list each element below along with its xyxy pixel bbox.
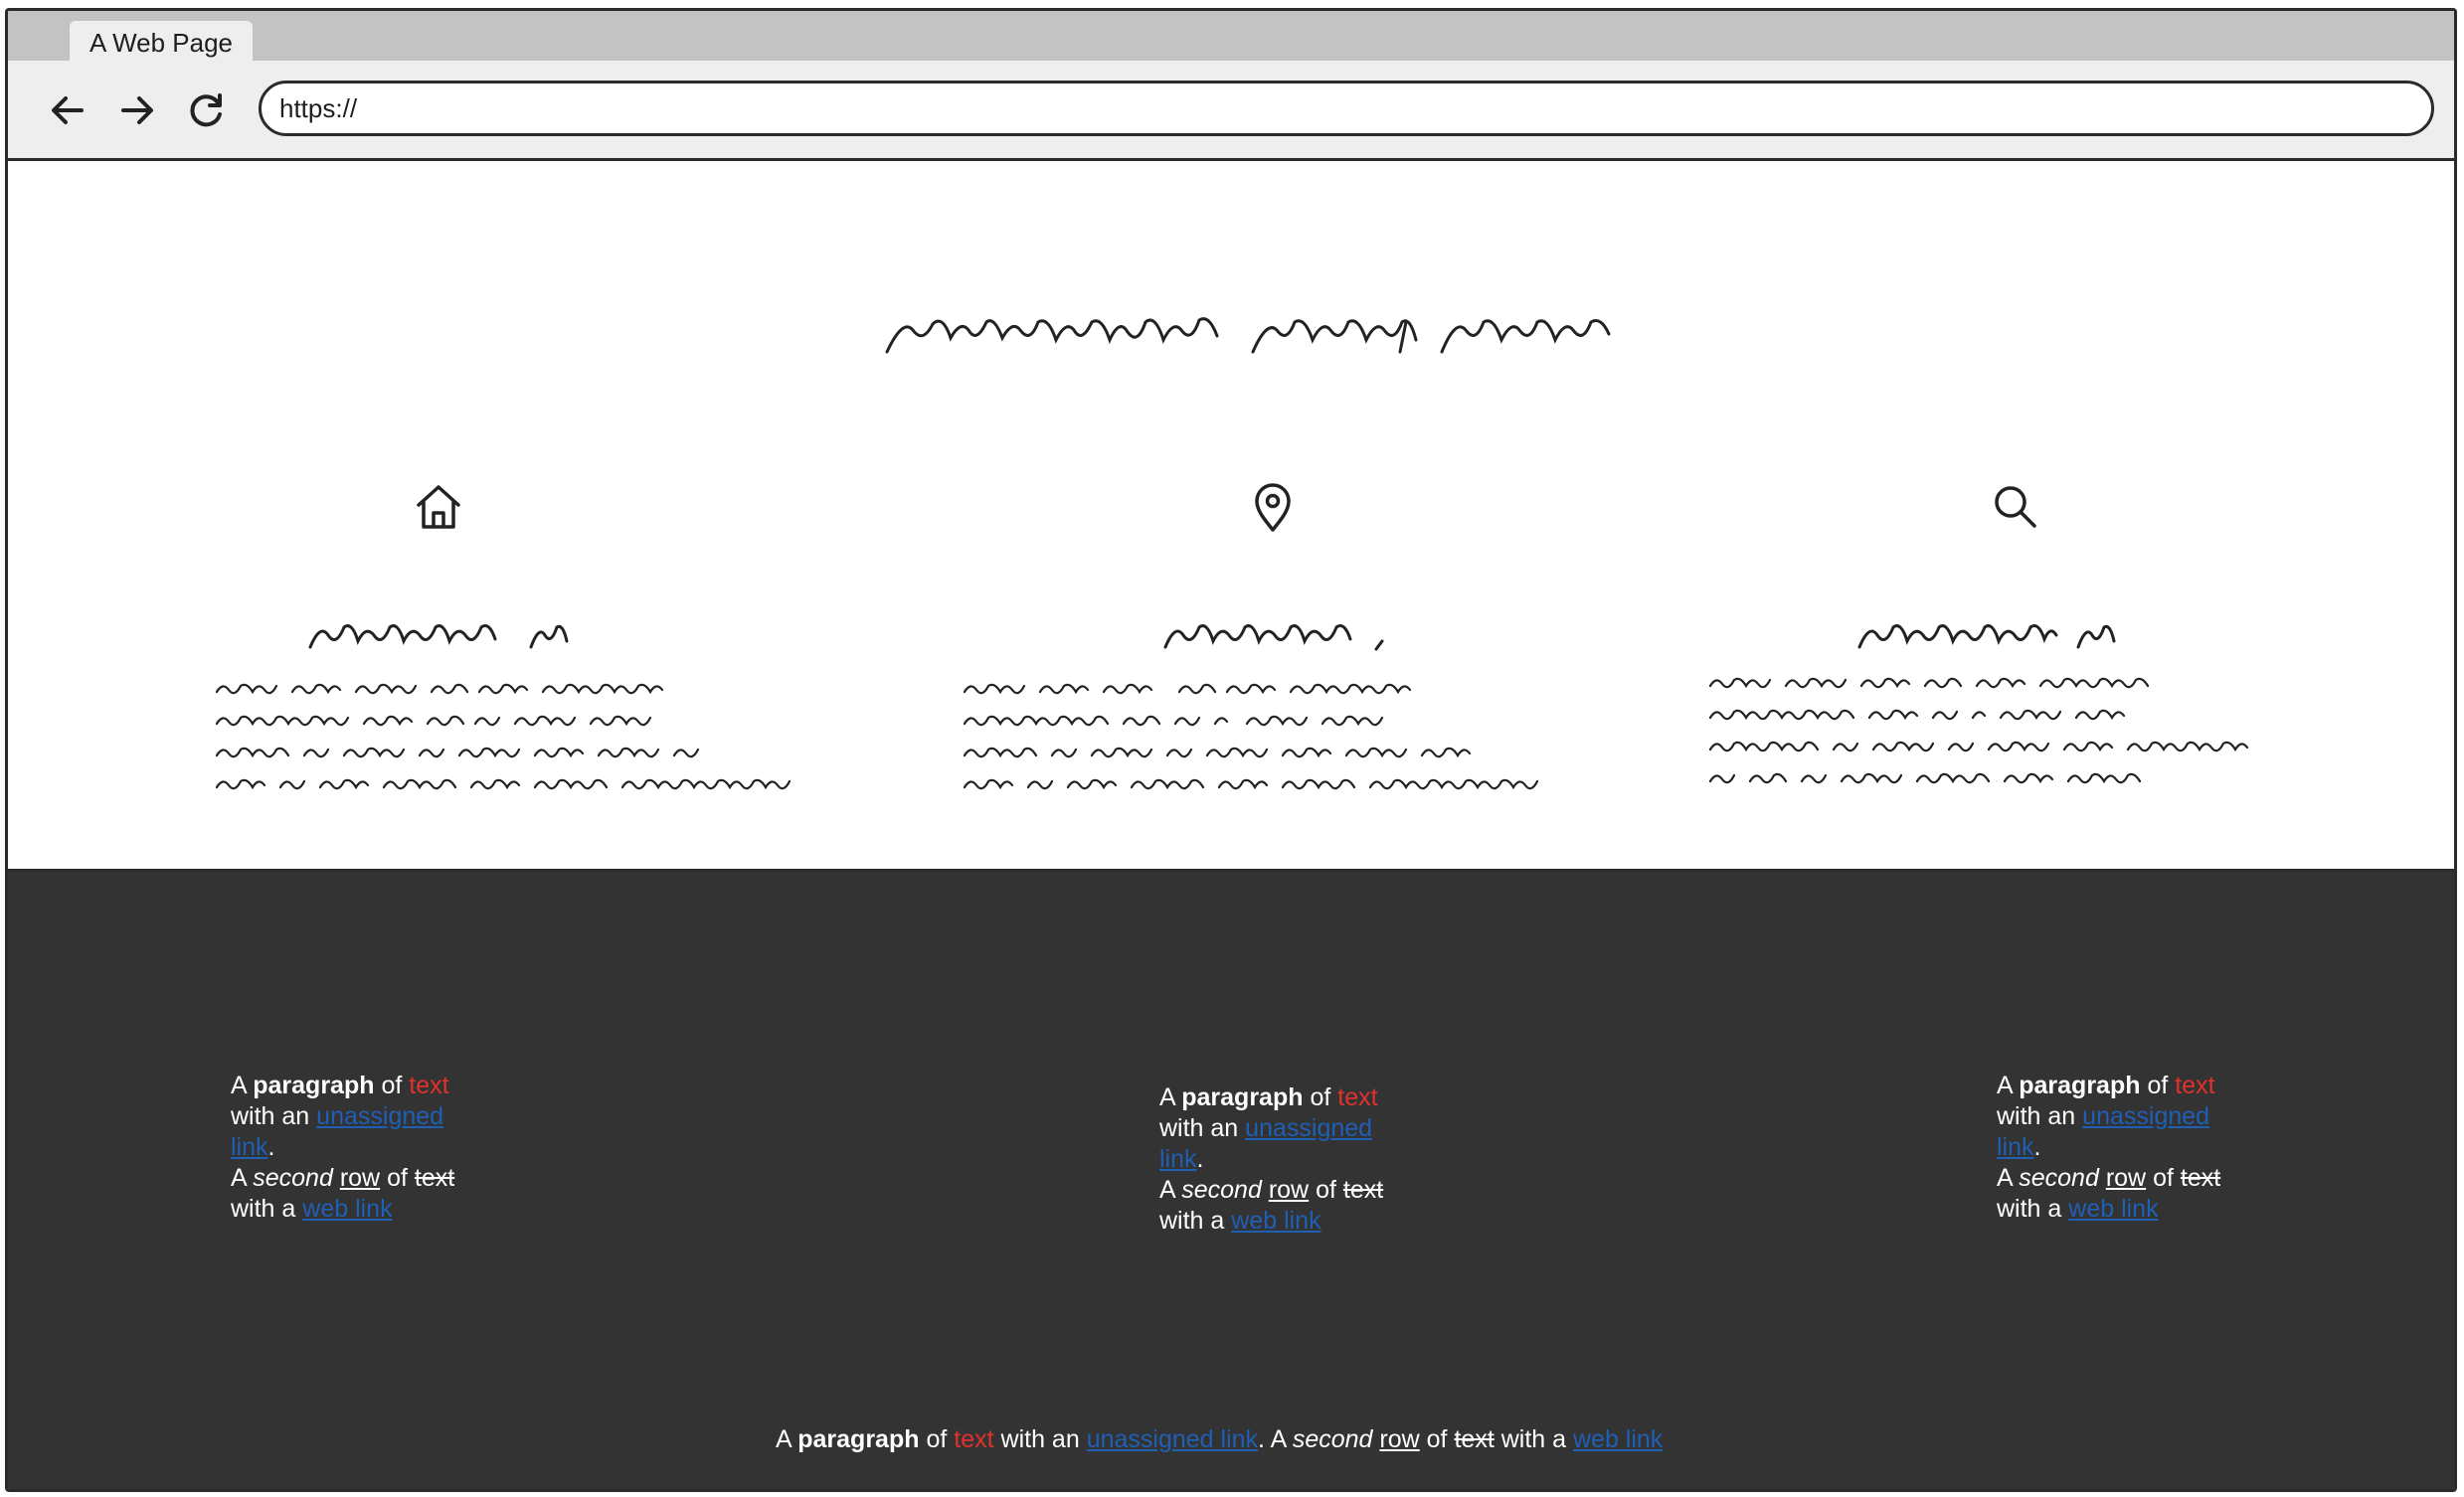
browser-window: A Web Page https:// A paragraph of text … <box>5 8 2457 1492</box>
feature-title-scribble <box>308 624 569 649</box>
italic-text: second <box>1181 1176 1262 1204</box>
footer-paragraph-right: A paragraph of text with an unassigned l… <box>1997 1071 2235 1225</box>
text-fragment: with an <box>1000 1425 1080 1453</box>
search-icon <box>1995 486 2036 528</box>
text-fragment: with an <box>1997 1102 2076 1130</box>
text-fragment: of <box>387 1164 408 1192</box>
text-fragment: A <box>231 1164 247 1192</box>
italic-text: second <box>1292 1425 1373 1453</box>
text-fragment: A <box>1159 1083 1175 1111</box>
bold-text: paragraph <box>1181 1083 1304 1111</box>
text-fragment: . <box>2033 1133 2041 1161</box>
web-link[interactable]: web link <box>1573 1425 1663 1453</box>
feature-title-scribble <box>1857 624 2116 649</box>
red-text: text <box>409 1072 449 1099</box>
forward-button[interactable] <box>115 88 159 132</box>
url-input[interactable]: https:// <box>259 81 2434 136</box>
footer-paragraph-left: A paragraph of text with an unassigned l… <box>231 1071 469 1225</box>
arrow-left-icon <box>52 96 84 124</box>
text-fragment: of <box>381 1072 403 1099</box>
arrow-right-icon <box>121 96 153 124</box>
bold-text: paragraph <box>2019 1072 2141 1099</box>
text-fragment: A <box>1270 1425 1286 1453</box>
bold-text: paragraph <box>253 1072 375 1099</box>
text-fragment: A <box>1997 1072 2013 1099</box>
text-fragment: with a <box>231 1195 296 1223</box>
red-text: text <box>1337 1083 1378 1111</box>
feature-title-scribble <box>1163 624 1384 651</box>
text-fragment: of <box>1316 1176 1336 1204</box>
home-icon <box>417 485 460 529</box>
text-fragment: . <box>1196 1145 1204 1173</box>
underlined-text: row <box>1379 1425 1420 1453</box>
text-fragment: of <box>1426 1425 1448 1453</box>
red-text: text <box>2175 1072 2215 1099</box>
text-fragment: with a <box>1159 1207 1225 1235</box>
text-fragment: . <box>1258 1425 1265 1453</box>
text-fragment: A <box>231 1072 247 1099</box>
web-link[interactable]: web link <box>1231 1207 1320 1235</box>
web-link[interactable]: web link <box>2068 1195 2158 1223</box>
strikethrough-text: text <box>1454 1425 1495 1453</box>
bold-text: paragraph <box>797 1425 920 1453</box>
reload-icon <box>190 93 222 127</box>
feature-body-scribble <box>215 683 792 790</box>
italic-text: second <box>253 1164 333 1192</box>
italic-text: second <box>2019 1164 2099 1192</box>
text-fragment: of <box>926 1425 948 1453</box>
browser-toolbar: https:// <box>8 61 2454 161</box>
map-pin-icon <box>1255 483 1291 532</box>
text-fragment: . <box>267 1133 275 1161</box>
page-content <box>8 161 2454 869</box>
back-button[interactable] <box>46 88 89 132</box>
strikethrough-text: text <box>2180 1164 2221 1192</box>
text-fragment: A <box>1159 1176 1175 1204</box>
underlined-text: row <box>2105 1164 2147 1192</box>
footer: A paragraph of text with an unassigned l… <box>8 869 2454 1489</box>
underlined-text: row <box>339 1164 381 1192</box>
text-fragment: A <box>776 1425 792 1453</box>
strikethrough-text: text <box>414 1164 455 1192</box>
page-heading-scribble <box>885 317 1611 354</box>
text-fragment: A <box>1997 1164 2013 1192</box>
red-text: text <box>954 1425 994 1453</box>
text-fragment: of <box>2153 1164 2174 1192</box>
feature-body-scribble <box>963 683 1539 790</box>
text-fragment: with a <box>1997 1195 2062 1223</box>
underlined-text: row <box>1268 1176 1310 1204</box>
text-fragment: of <box>2147 1072 2169 1099</box>
browser-tab[interactable]: A Web Page <box>70 21 253 65</box>
tab-strip: A Web Page <box>8 11 2454 65</box>
strikethrough-text: text <box>1342 1176 1384 1204</box>
unassigned-link[interactable]: unassigned link <box>1087 1425 1258 1453</box>
reload-button[interactable] <box>185 88 229 132</box>
footer-paragraph-center: A paragraph of text with an unassigned l… <box>1159 1082 1398 1237</box>
text-fragment: with an <box>1159 1114 1239 1142</box>
text-fragment: of <box>1310 1083 1331 1111</box>
web-link[interactable]: web link <box>302 1195 392 1223</box>
text-fragment: with an <box>231 1102 310 1130</box>
footer-paragraph-bottom: A paragraph of text with an unassigned l… <box>776 1424 1663 1455</box>
text-fragment: with a <box>1500 1425 1567 1453</box>
feature-body-scribble <box>1708 677 2249 784</box>
